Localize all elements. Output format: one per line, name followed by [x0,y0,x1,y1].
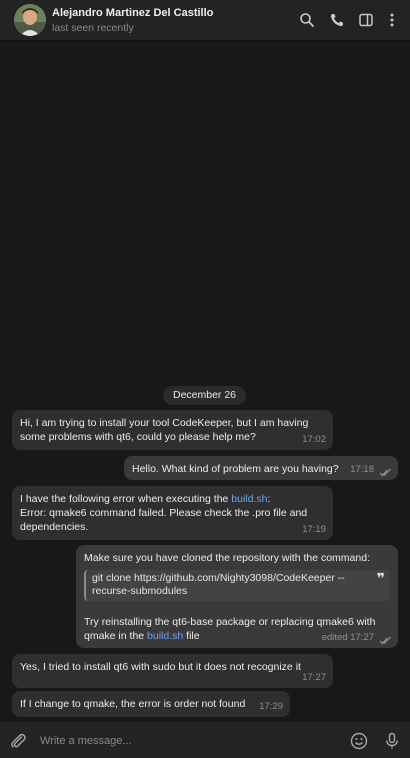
message-time: 17:29 [259,701,283,712]
attach-icon[interactable] [9,732,27,750]
message-list[interactable]: December 26 Hi, I am trying to install y… [0,41,410,720]
message-time: edited 17:27 [322,631,374,645]
search-icon[interactable] [299,12,315,28]
message-bubble-outgoing[interactable]: Hello. What kind of problem are you havi… [124,456,398,480]
message-time: 17:19 [302,524,326,535]
message-text: If I change to qmake, the error is order… [20,698,246,710]
message-text: I have the following error when executin… [20,493,232,505]
message-time: 17:02 [302,434,326,445]
message-composer [0,722,410,758]
microphone-icon[interactable] [383,732,401,750]
contact-avatar[interactable] [14,4,46,36]
message-text: Hi, I am trying to install your tool Cod… [20,417,312,443]
more-options-icon[interactable] [384,12,400,28]
chat-header: Alejandro Martinez Del Castillo last see… [0,0,410,41]
message-bubble-incoming[interactable]: Yes, I tried to install qt6 with sudo bu… [12,654,333,688]
code-quote[interactable]: git clone https://github.com/Nighty3098/… [84,570,390,601]
message-bubble-incoming[interactable]: I have the following error when executin… [12,486,333,540]
contact-name[interactable]: Alejandro Martinez Del Castillo [52,7,213,19]
message-link[interactable]: build.sh [147,630,183,642]
message-bubble-outgoing[interactable]: Make sure you have cloned the repository… [76,545,398,648]
edited-label: edited [321,632,348,643]
message-bubble-incoming[interactable]: Hi, I am trying to install your tool Cod… [12,410,333,450]
double-check-icon [379,636,392,645]
double-check-icon [379,468,392,477]
message-text: Make sure you have cloned the repository… [84,552,370,564]
contact-status: last seen recently [52,22,134,34]
sidebar-toggle-icon[interactable] [358,12,374,28]
message-link[interactable]: build.sh [231,493,267,505]
date-separator: December 26 [163,386,246,405]
message-text: Yes, I tried to install qt6 with sudo bu… [20,661,301,673]
emoji-icon[interactable] [350,732,368,750]
message-time: 17:27 [302,672,326,683]
message-time-value: 17:27 [350,632,374,643]
message-bubble-incoming[interactable]: If I change to qmake, the error is order… [12,691,290,717]
quote-icon: ❞ [376,570,385,586]
message-time: 17:18 [350,464,374,475]
message-text: file [183,630,200,642]
message-input[interactable] [38,730,342,752]
phone-icon[interactable] [329,12,345,28]
quote-text: git clone https://github.com/Nighty3098/… [92,572,345,597]
